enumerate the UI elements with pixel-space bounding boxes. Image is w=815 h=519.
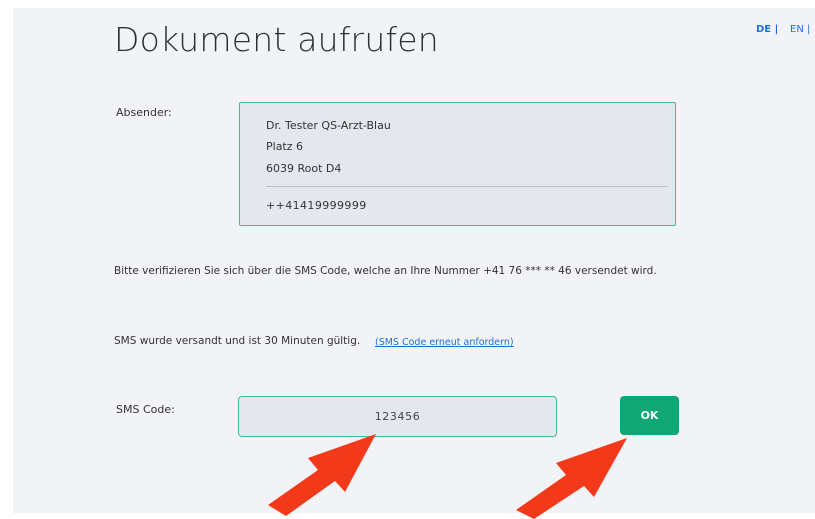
sender-name: Dr. Tester QS-Arzt-Blau [266, 119, 391, 132]
ok-button[interactable]: OK [620, 396, 679, 435]
sender-label: Absender: [116, 106, 172, 119]
sender-city: 6039 Root D4 [266, 162, 342, 175]
language-de-link[interactable]: DE | [756, 24, 778, 35]
page-title: Dokument aufrufen [114, 20, 439, 59]
sms-sent-notice: SMS wurde versandt und ist 30 Minuten gü… [114, 335, 361, 347]
sms-code-input[interactable] [238, 396, 557, 437]
sender-info-box: Dr. Tester QS-Arzt-Blau Platz 6 6039 Roo… [239, 102, 676, 226]
sender-divider [266, 186, 668, 187]
sender-street: Platz 6 [266, 140, 304, 153]
verification-instruction: Bitte verifizieren Sie sich über die SMS… [114, 265, 657, 277]
sms-code-label: SMS Code: [116, 403, 175, 416]
sender-phone: ++41419999999 [266, 199, 367, 212]
resend-sms-link[interactable]: (SMS Code erneut anfordern) [375, 337, 514, 348]
language-en-link[interactable]: EN | [790, 24, 810, 35]
page-panel [13, 8, 815, 513]
